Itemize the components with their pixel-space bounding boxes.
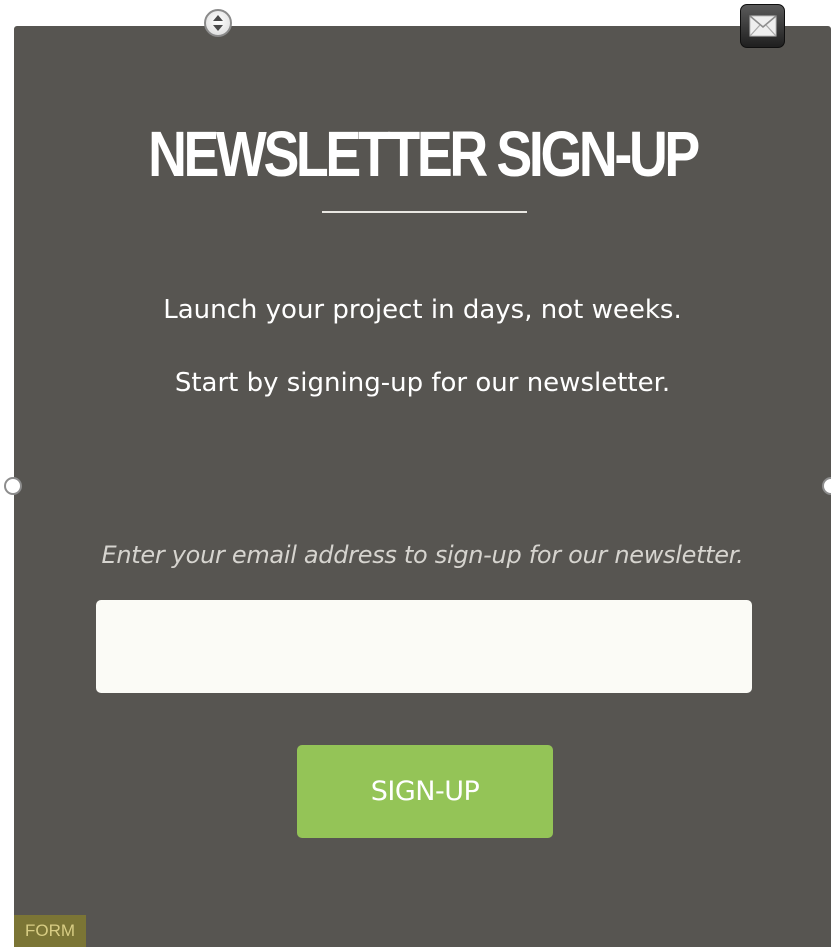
- tagline-line-1: Launch your project in days, not weeks.: [163, 295, 682, 325]
- resize-handle-left-icon[interactable]: [4, 477, 22, 495]
- title-divider: [322, 211, 527, 213]
- envelope-icon[interactable]: [740, 4, 785, 48]
- newsletter-signup-block[interactable]: NEWSLETTER SIGN-UP Launch your project i…: [14, 26, 831, 947]
- form-block-tag: FORM: [14, 915, 86, 947]
- tagline-line-2: Start by signing-up for our newsletter.: [174, 368, 671, 398]
- editor-canvas: NEWSLETTER SIGN-UP Launch your project i…: [0, 0, 831, 947]
- newsletter-title: NEWSLETTER SIGN-UP: [148, 118, 700, 190]
- email-field-label: Enter your email address to sign-up for …: [101, 541, 744, 569]
- email-field[interactable]: [96, 600, 752, 693]
- sign-up-button[interactable]: SIGN-UP: [297, 745, 553, 838]
- move-handle-icon[interactable]: [204, 9, 232, 37]
